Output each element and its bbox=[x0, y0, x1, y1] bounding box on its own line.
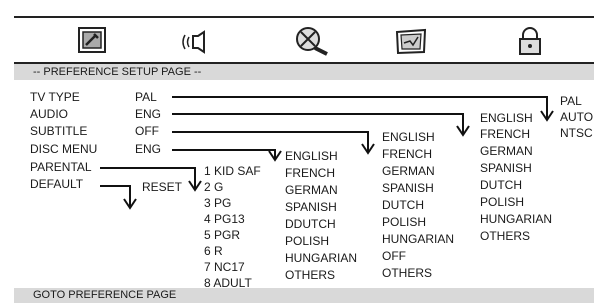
tv-type-option[interactable]: NTSC bbox=[560, 126, 593, 141]
disc-menu-option[interactable]: HUNGARIAN bbox=[285, 251, 357, 266]
setting-label-disc-menu[interactable]: DISC MENU bbox=[30, 142, 97, 157]
parental-option[interactable]: 4 PG13 bbox=[204, 212, 245, 227]
audio-option[interactable]: OTHERS bbox=[480, 229, 530, 244]
setting-value-audio: ENG bbox=[135, 107, 162, 121]
disc-menu-option[interactable]: DDUTCH bbox=[285, 217, 336, 232]
subtitle-option[interactable]: SPANISH bbox=[382, 181, 434, 196]
default-option[interactable]: RESET bbox=[142, 180, 182, 195]
parental-option[interactable]: 3 PG bbox=[204, 196, 231, 211]
disc-menu-option[interactable]: SPANISH bbox=[285, 200, 337, 215]
parental-option[interactable]: 2 G bbox=[204, 180, 223, 195]
setting-value-subtitle: OFF bbox=[135, 124, 159, 138]
tv-type-option[interactable]: AUTO bbox=[560, 110, 593, 125]
tv-type-option[interactable]: PAL bbox=[560, 94, 582, 109]
subtitle-option[interactable]: OTHERS bbox=[382, 266, 432, 281]
footer-text: GOTO PREFERENCE PAGE bbox=[33, 289, 177, 301]
audio-option[interactable]: POLISH bbox=[480, 195, 524, 210]
preference-setup-screen: -- PREFERENCE SETUP PAGE -- TV TYPE PAL … bbox=[0, 0, 594, 303]
disc-menu-option[interactable]: OTHERS bbox=[285, 268, 335, 283]
audio-option[interactable]: DUTCH bbox=[480, 178, 522, 193]
disc-menu-option[interactable]: FRENCH bbox=[285, 166, 335, 181]
audio-option[interactable]: SPANISH bbox=[480, 161, 532, 176]
subtitle-option[interactable]: FRENCH bbox=[382, 147, 432, 162]
setting-label-subtitle[interactable]: SUBTITLE bbox=[30, 124, 87, 139]
subtitle-option[interactable]: GERMAN bbox=[382, 164, 435, 179]
setting-label-tv-type[interactable]: TV TYPE bbox=[30, 90, 80, 105]
setting-label-audio[interactable]: AUDIO bbox=[30, 107, 68, 122]
password-setup-icon[interactable] bbox=[507, 24, 553, 58]
page-title-bar: -- PREFERENCE SETUP PAGE -- bbox=[14, 64, 594, 80]
setting-label-parental[interactable]: PARENTAL bbox=[30, 160, 92, 175]
subtitle-option[interactable]: ENGLISH bbox=[382, 130, 435, 145]
setting-value-tv-type: PAL bbox=[135, 90, 157, 104]
disc-menu-option[interactable]: POLISH bbox=[285, 234, 329, 249]
audio-option[interactable]: FRENCH bbox=[480, 127, 530, 142]
parental-option[interactable]: 5 PGR bbox=[204, 228, 240, 243]
parental-option[interactable]: 7 NC17 bbox=[204, 260, 245, 275]
subtitle-option[interactable]: POLISH bbox=[382, 215, 426, 230]
audio-option[interactable]: HUNGARIAN bbox=[480, 212, 552, 227]
preference-setup-icon[interactable] bbox=[389, 24, 435, 58]
page-title: -- PREFERENCE SETUP PAGE -- bbox=[33, 66, 202, 78]
subtitle-option[interactable]: DUTCH bbox=[382, 198, 424, 213]
parental-option[interactable]: 1 KID SAF bbox=[204, 164, 261, 179]
parental-option[interactable]: 6 R bbox=[204, 244, 223, 259]
general-setup-icon[interactable] bbox=[69, 24, 115, 58]
audio-option[interactable]: ENGLISH bbox=[480, 111, 533, 126]
disc-menu-option[interactable]: GERMAN bbox=[285, 183, 338, 198]
disc-menu-option[interactable]: ENGLISH bbox=[285, 149, 338, 164]
footer-bar: GOTO PREFERENCE PAGE bbox=[14, 288, 594, 303]
setup-icon-bar bbox=[14, 16, 594, 64]
audio-setup-icon[interactable] bbox=[176, 24, 222, 58]
audio-option[interactable]: GERMAN bbox=[480, 144, 533, 159]
setting-label-default[interactable]: DEFAULT bbox=[30, 177, 83, 192]
subtitle-option[interactable]: OFF bbox=[382, 249, 406, 264]
setting-value-disc-menu: ENG bbox=[135, 142, 162, 156]
video-setup-icon[interactable] bbox=[289, 24, 335, 58]
subtitle-option[interactable]: HUNGARIAN bbox=[382, 232, 454, 247]
